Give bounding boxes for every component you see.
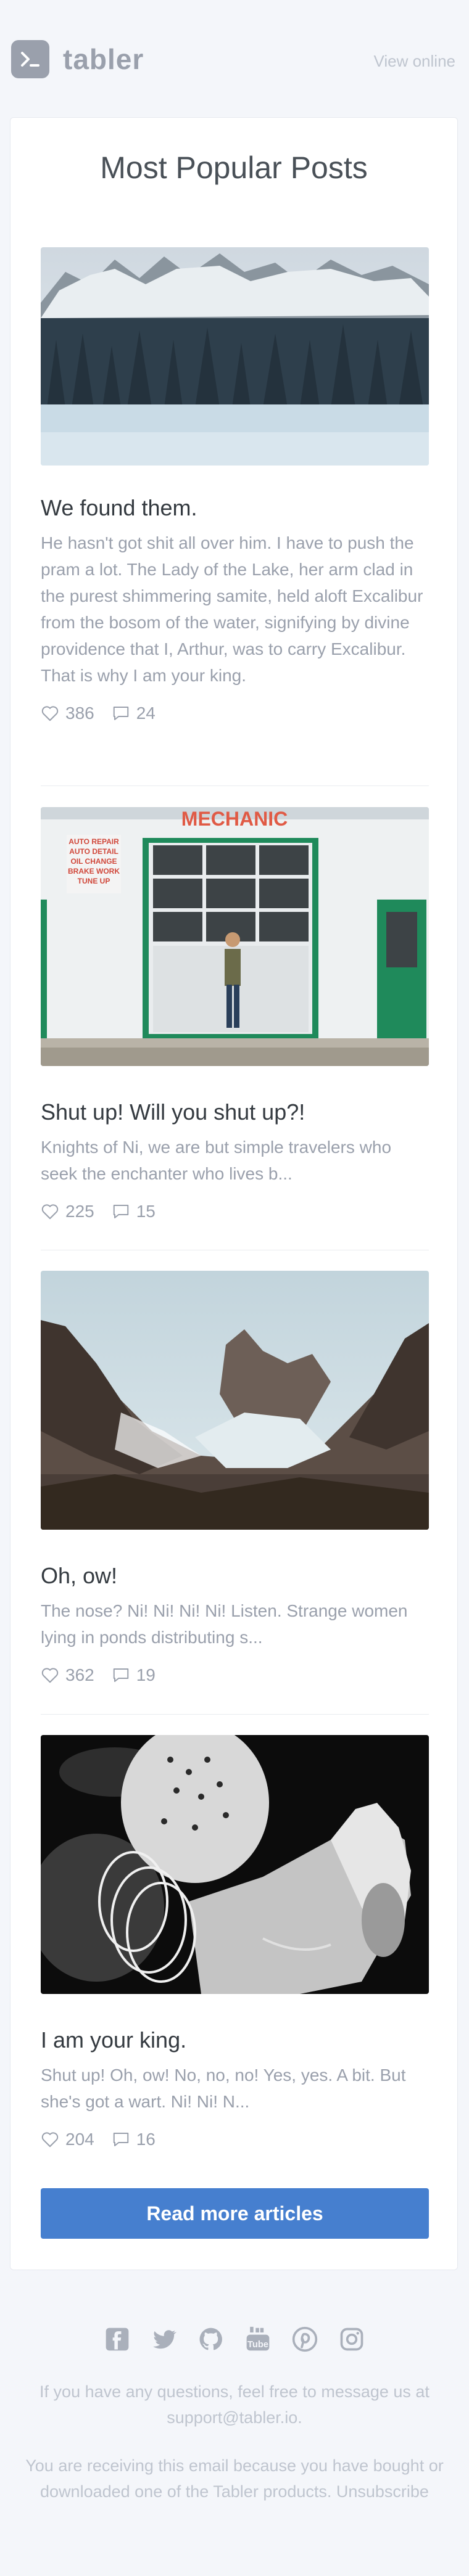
post-stats: 225 15 xyxy=(41,1202,429,1221)
post-item: We found them. He hasn't got shit all ov… xyxy=(41,247,429,723)
likes-count: 204 xyxy=(65,2130,94,2149)
post-image[interactable]: MECHANIC AUTO REPAIR AUTO DETAIL OIL CHA… xyxy=(41,807,429,1066)
read-more-button[interactable]: Read more articles xyxy=(41,2188,429,2239)
social-links: Tube xyxy=(0,2324,469,2354)
sign-line: AUTO DETAIL xyxy=(69,847,118,856)
likes-count: 225 xyxy=(65,1202,94,1221)
comment-icon xyxy=(113,707,128,720)
likes-stat[interactable]: 362 xyxy=(41,1665,94,1685)
post-title[interactable]: Oh, ow! xyxy=(41,1563,429,1589)
post-stats: 204 16 xyxy=(41,2130,429,2149)
post-item: I am your king. Shut up! Oh, ow! No, no,… xyxy=(41,1735,429,2149)
likes-count: 386 xyxy=(65,703,94,723)
instagram-icon[interactable] xyxy=(337,2324,367,2354)
comment-icon xyxy=(113,2133,128,2146)
divider xyxy=(41,1714,429,1715)
github-icon[interactable] xyxy=(196,2324,226,2354)
post-stats: 362 19 xyxy=(41,1665,429,1685)
sign-line: BRAKE WORK xyxy=(68,867,120,876)
youtube-icon[interactable]: Tube xyxy=(243,2324,273,2354)
likes-stat[interactable]: 204 xyxy=(41,2130,94,2149)
post-image[interactable] xyxy=(41,1271,429,1530)
twitter-icon[interactable] xyxy=(149,2324,179,2354)
comments-stat[interactable]: 15 xyxy=(112,1202,156,1221)
footer-notice-text: You are receiving this email because you… xyxy=(25,2456,444,2501)
post-image[interactable] xyxy=(41,1735,429,1994)
post-title[interactable]: Shut up! Will you shut up?! xyxy=(41,1099,429,1125)
likes-count: 362 xyxy=(65,1665,94,1684)
post-excerpt: Knights of Ni, we are but simple travele… xyxy=(41,1138,392,1183)
likes-stat[interactable]: 386 xyxy=(41,703,94,723)
footer-contact-text: If you have any questions, feel free to … xyxy=(39,2382,430,2427)
mechanic-sign: MECHANIC xyxy=(181,808,288,830)
post-title[interactable]: I am your king. xyxy=(41,2027,429,2053)
terminal-icon xyxy=(11,40,49,78)
likes-stat[interactable]: 225 xyxy=(41,1202,94,1221)
sign-line: AUTO REPAIR xyxy=(68,837,119,846)
email-header: tabler View online xyxy=(0,0,469,117)
view-online-link[interactable]: View online xyxy=(373,52,455,71)
heart-icon xyxy=(41,2132,59,2147)
heart-icon xyxy=(41,706,59,721)
post-image[interactable] xyxy=(41,247,429,466)
sign-line: OIL CHANGE xyxy=(70,857,117,866)
post-item: MECHANIC AUTO REPAIR AUTO DETAIL OIL CHA… xyxy=(41,807,429,1221)
comment-icon xyxy=(113,1668,128,1682)
heart-icon xyxy=(41,1668,59,1683)
facebook-icon[interactable] xyxy=(102,2324,132,2354)
sign-line: TUNE UP xyxy=(78,877,110,885)
svg-text:Tube: Tube xyxy=(247,2340,268,2350)
posts-card: Most Popular Posts We found them. He has… xyxy=(10,117,458,2270)
post-stats: 386 24 xyxy=(41,703,429,723)
comments-stat[interactable]: 19 xyxy=(112,1665,156,1685)
comments-stat[interactable]: 16 xyxy=(112,2130,156,2149)
post-excerpt: Shut up! Oh, ow! No, no, no! Yes, yes. A… xyxy=(41,2065,406,2111)
post-excerpt: The nose? Ni! Ni! Ni! Ni! Listen. Strang… xyxy=(41,1601,408,1647)
comments-count: 16 xyxy=(136,2130,156,2149)
post-excerpt: He hasn't got shit all over him. I have … xyxy=(41,533,423,685)
page-title: Most Popular Posts xyxy=(100,150,368,185)
logo-text: tabler xyxy=(63,43,144,75)
comments-count: 24 xyxy=(136,703,156,723)
comments-count: 15 xyxy=(136,1202,156,1221)
comments-count: 19 xyxy=(136,1665,156,1684)
logo[interactable]: tabler xyxy=(11,40,144,78)
heart-icon xyxy=(41,1204,59,1220)
post-title[interactable]: We found them. xyxy=(41,495,429,521)
comments-stat[interactable]: 24 xyxy=(112,703,156,723)
pinterest-icon[interactable] xyxy=(290,2324,320,2354)
comment-icon xyxy=(113,1205,128,1218)
post-item: Oh, ow! The nose? Ni! Ni! Ni! Ni! Listen… xyxy=(41,1271,429,1685)
